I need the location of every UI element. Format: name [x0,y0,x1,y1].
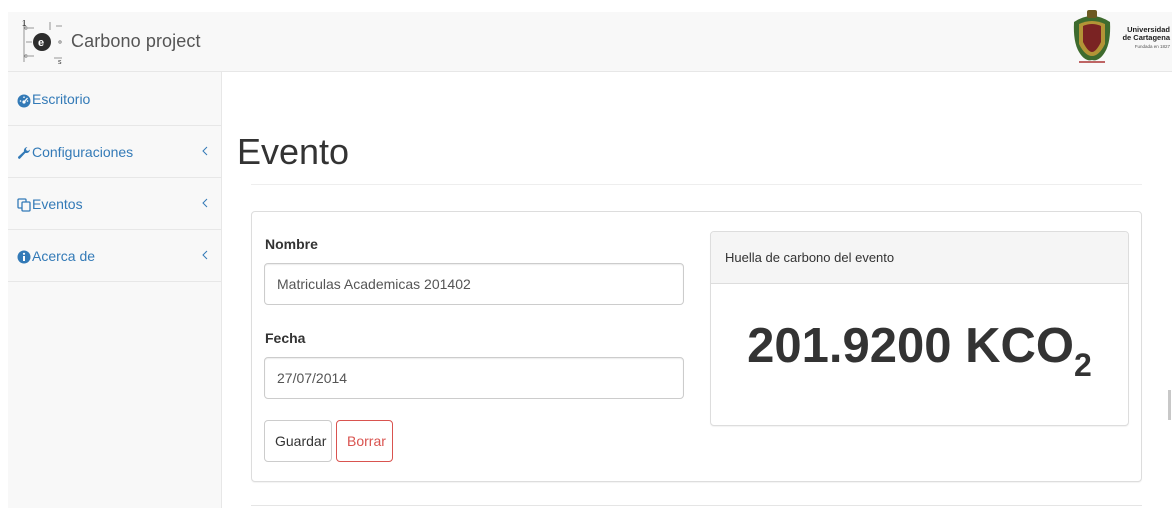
title-divider [251,184,1142,185]
bottom-divider [251,505,1142,506]
svg-text:1: 1 [22,19,27,28]
sidebar-item-label: Acerca de [32,248,96,264]
page-title: Evento [237,131,350,172]
scrollbar-thumb[interactable] [1168,390,1171,420]
sidebar-item-label: Eventos [32,196,83,212]
brand-name[interactable]: Carbono project [71,31,201,52]
footprint-unit: KCO [965,319,1075,373]
dashboard-icon [17,94,31,108]
wrench-icon [17,147,30,159]
footprint-unit-subscript: 2 [1074,347,1092,383]
chevron-left-icon [202,250,208,260]
university-name: Universidad de Cartagena [1118,26,1170,42]
footprint-value: 201.9200 KCO2 [711,320,1128,391]
chevron-left-icon [202,198,208,208]
sidebar-item-label: Configuraciones [32,144,134,160]
svg-text:s: s [58,59,62,66]
sidebar-item-eventos[interactable]: Eventos [8,178,221,230]
university-founded: Fundada en 1827 [1134,44,1170,49]
footprint-panel: Huella de carbono del evento 201.9200 KC… [710,231,1129,426]
university-name-line2: de Cartagena [1122,33,1170,42]
carbono-logo-icon[interactable]: e 1 s [20,18,66,66]
footprint-panel-heading: Huella de carbono del evento [711,232,1128,284]
info-icon [17,250,31,264]
delete-button[interactable]: Borrar [336,420,393,462]
copy-icon [17,198,31,212]
sidebar-item-label: Escritorio [32,91,91,107]
sidebar: Escritorio Configuraciones Eventos Acerc… [8,72,222,508]
save-button[interactable]: Guardar [264,420,332,462]
sidebar-item-escritorio[interactable]: Escritorio [8,72,221,126]
nombre-label: Nombre [265,236,318,252]
sidebar-item-acerca-de[interactable]: Acerca de [8,230,221,282]
sidebar-item-configuraciones[interactable]: Configuraciones [8,126,221,178]
chevron-left-icon [202,146,208,156]
footprint-heading-text: Huella de carbono del evento [725,250,895,265]
svg-text:e: e [38,37,44,49]
fecha-label: Fecha [265,330,306,346]
nombre-input[interactable] [264,263,684,305]
footprint-number: 201.9200 [747,319,952,373]
top-navbar: e 1 s Carbono project Universidad de Car… [8,10,1172,72]
fecha-input[interactable] [264,357,684,399]
university-shield-icon [1073,10,1111,63]
university-logo: Universidad de Cartagena Fundada en 1827 [1067,8,1172,70]
